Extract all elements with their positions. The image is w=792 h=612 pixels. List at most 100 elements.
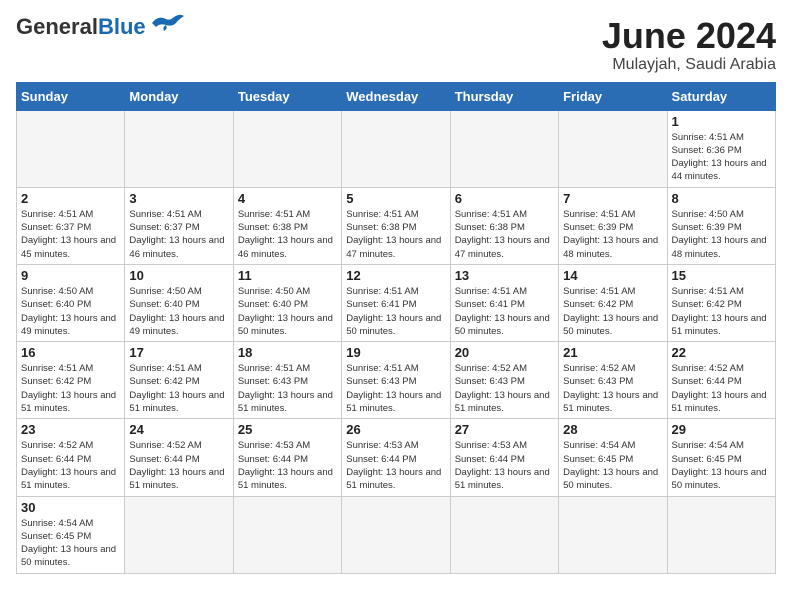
- day-info: Sunrise: 4:52 AMSunset: 6:44 PMDaylight:…: [21, 439, 120, 492]
- calendar-header-wednesday: Wednesday: [342, 82, 450, 110]
- day-number: 4: [238, 191, 337, 206]
- day-number: 20: [455, 345, 554, 360]
- calendar-day-cell: 14Sunrise: 4:51 AMSunset: 6:42 PMDayligh…: [559, 264, 667, 341]
- day-number: 9: [21, 268, 120, 283]
- calendar-header-saturday: Saturday: [667, 82, 775, 110]
- day-number: 16: [21, 345, 120, 360]
- day-info: Sunrise: 4:52 AMSunset: 6:43 PMDaylight:…: [563, 362, 662, 415]
- calendar-week-row: 23 Sunrise: 4:52 AMSunset: 6:44 PMDayligh…: [17, 419, 776, 496]
- day-info: Sunrise: 4:51 AMSunset: 6:38 PMDaylight:…: [455, 208, 554, 261]
- calendar-week-row: 2 Sunrise: 4:51 AMSunset: 6:37 PMDaylight…: [17, 187, 776, 264]
- calendar-day-cell: 19Sunrise: 4:51 AMSunset: 6:43 PMDayligh…: [342, 342, 450, 419]
- calendar-day-cell: [667, 496, 775, 573]
- calendar-day-cell: 8Sunrise: 4:50 AMSunset: 6:39 PMDaylight…: [667, 187, 775, 264]
- day-info: Sunrise: 4:51 AMSunset: 6:42 PMDaylight:…: [129, 362, 228, 415]
- day-number: 18: [238, 345, 337, 360]
- day-number: 5: [346, 191, 445, 206]
- day-info: Sunrise: 4:51 AMSunset: 6:42 PMDaylight:…: [672, 285, 771, 338]
- day-number: 3: [129, 191, 228, 206]
- calendar-header-thursday: Thursday: [450, 82, 558, 110]
- day-number: 21: [563, 345, 662, 360]
- day-number: 22: [672, 345, 771, 360]
- logo-bird-icon: [150, 13, 186, 33]
- day-number: 28: [563, 422, 662, 437]
- day-info: Sunrise: 4:53 AMSunset: 6:44 PMDaylight:…: [455, 439, 554, 492]
- logo-text: GeneralBlue: [16, 16, 146, 38]
- calendar-day-cell: [450, 110, 558, 187]
- calendar-day-cell: 11Sunrise: 4:50 AMSunset: 6:40 PMDayligh…: [233, 264, 341, 341]
- day-info: Sunrise: 4:52 AMSunset: 6:44 PMDaylight:…: [129, 439, 228, 492]
- day-number: 15: [672, 268, 771, 283]
- calendar-day-cell: 23 Sunrise: 4:52 AMSunset: 6:44 PMDayligh…: [17, 419, 125, 496]
- calendar-header-sunday: Sunday: [17, 82, 125, 110]
- calendar-day-cell: 9Sunrise: 4:50 AMSunset: 6:40 PMDaylight…: [17, 264, 125, 341]
- day-number: 29: [672, 422, 771, 437]
- day-number: 24: [129, 422, 228, 437]
- day-info: Sunrise: 4:51 AMSunset: 6:38 PMDaylight:…: [346, 208, 445, 261]
- day-number: 17: [129, 345, 228, 360]
- day-info: Sunrise: 4:51 AMSunset: 6:37 PMDaylight:…: [129, 208, 228, 261]
- calendar-day-cell: 25 Sunrise: 4:53 AMSunset: 6:44 PMDayligh…: [233, 419, 341, 496]
- calendar-day-cell: 30 Sunrise: 4:54 AMSunset: 6:45 PMDayligh…: [17, 496, 125, 573]
- day-info: Sunrise: 4:54 AMSunset: 6:45 PMDaylight:…: [672, 439, 771, 492]
- calendar-header-friday: Friday: [559, 82, 667, 110]
- header: GeneralBlue June 2024 Mulayjah, Saudi Ar…: [16, 16, 776, 74]
- calendar-week-row: 9 Sunrise: 4:50 AMSunset: 6:40 PMDaylight…: [17, 264, 776, 341]
- calendar-week-row: 30 Sunrise: 4:54 AMSunset: 6:45 PMDayligh…: [17, 496, 776, 573]
- calendar-day-cell: [559, 496, 667, 573]
- calendar-day-cell: 4Sunrise: 4:51 AMSunset: 6:38 PMDaylight…: [233, 187, 341, 264]
- day-info: Sunrise: 4:51 AMSunset: 6:43 PMDaylight:…: [346, 362, 445, 415]
- calendar-day-cell: 3 Sunrise: 4:51 AMSunset: 6:37 PMDaylight…: [125, 187, 233, 264]
- day-info: Sunrise: 4:51 AMSunset: 6:41 PMDaylight:…: [455, 285, 554, 338]
- day-info: Sunrise: 4:51 AMSunset: 6:36 PMDaylight:…: [672, 131, 771, 184]
- day-info: Sunrise: 4:54 AMSunset: 6:45 PMDaylight:…: [21, 517, 120, 570]
- calendar-header-monday: Monday: [125, 82, 233, 110]
- calendar-day-cell: 6Sunrise: 4:51 AMSunset: 6:38 PMDaylight…: [450, 187, 558, 264]
- calendar-day-cell: 16 Sunrise: 4:51 AMSunset: 6:42 PMDayligh…: [17, 342, 125, 419]
- day-number: 27: [455, 422, 554, 437]
- calendar-header-tuesday: Tuesday: [233, 82, 341, 110]
- page-container: GeneralBlue June 2024 Mulayjah, Saudi Ar…: [16, 16, 776, 574]
- day-number: 12: [346, 268, 445, 283]
- logo-blue: Blue: [98, 14, 146, 39]
- calendar-day-cell: [17, 110, 125, 187]
- calendar-header-row: SundayMondayTuesdayWednesdayThursdayFrid…: [17, 82, 776, 110]
- day-info: Sunrise: 4:51 AMSunset: 6:37 PMDaylight:…: [21, 208, 120, 261]
- calendar-day-cell: [450, 496, 558, 573]
- day-info: Sunrise: 4:51 AMSunset: 6:42 PMDaylight:…: [21, 362, 120, 415]
- day-info: Sunrise: 4:53 AMSunset: 6:44 PMDaylight:…: [238, 439, 337, 492]
- calendar-day-cell: 5 Sunrise: 4:51 AMSunset: 6:38 PMDaylight…: [342, 187, 450, 264]
- day-number: 26: [346, 422, 445, 437]
- calendar-day-cell: 2 Sunrise: 4:51 AMSunset: 6:37 PMDaylight…: [17, 187, 125, 264]
- calendar-day-cell: [559, 110, 667, 187]
- day-info: Sunrise: 4:53 AMSunset: 6:44 PMDaylight:…: [346, 439, 445, 492]
- calendar-day-cell: 1 Sunrise: 4:51 AMSunset: 6:36 PMDaylight…: [667, 110, 775, 187]
- calendar-day-cell: 29 Sunrise: 4:54 AMSunset: 6:45 PMDayligh…: [667, 419, 775, 496]
- calendar-table: SundayMondayTuesdayWednesdayThursdayFrid…: [16, 82, 776, 574]
- logo-area: GeneralBlue: [16, 16, 186, 38]
- day-number: 1: [672, 114, 771, 129]
- logo-general: General: [16, 14, 98, 39]
- day-number: 14: [563, 268, 662, 283]
- calendar-day-cell: [125, 110, 233, 187]
- calendar-day-cell: [125, 496, 233, 573]
- day-number: 30: [21, 500, 120, 515]
- calendar-day-cell: [233, 110, 341, 187]
- day-number: 25: [238, 422, 337, 437]
- calendar-day-cell: 24 Sunrise: 4:52 AMSunset: 6:44 PMDayligh…: [125, 419, 233, 496]
- day-number: 2: [21, 191, 120, 206]
- calendar-day-cell: 10Sunrise: 4:50 AMSunset: 6:40 PMDayligh…: [125, 264, 233, 341]
- calendar-day-cell: 12Sunrise: 4:51 AMSunset: 6:41 PMDayligh…: [342, 264, 450, 341]
- calendar-subtitle: Mulayjah, Saudi Arabia: [602, 56, 776, 74]
- calendar-day-cell: 28Sunrise: 4:54 AMSunset: 6:45 PMDayligh…: [559, 419, 667, 496]
- calendar-day-cell: 22Sunrise: 4:52 AMSunset: 6:44 PMDayligh…: [667, 342, 775, 419]
- day-info: Sunrise: 4:50 AMSunset: 6:40 PMDaylight:…: [129, 285, 228, 338]
- day-info: Sunrise: 4:50 AMSunset: 6:39 PMDaylight:…: [672, 208, 771, 261]
- calendar-day-cell: [342, 496, 450, 573]
- calendar-day-cell: 7Sunrise: 4:51 AMSunset: 6:39 PMDaylight…: [559, 187, 667, 264]
- day-number: 11: [238, 268, 337, 283]
- calendar-day-cell: [342, 110, 450, 187]
- day-number: 23: [21, 422, 120, 437]
- calendar-week-row: 16 Sunrise: 4:51 AMSunset: 6:42 PMDayligh…: [17, 342, 776, 419]
- day-info: Sunrise: 4:51 AMSunset: 6:43 PMDaylight:…: [238, 362, 337, 415]
